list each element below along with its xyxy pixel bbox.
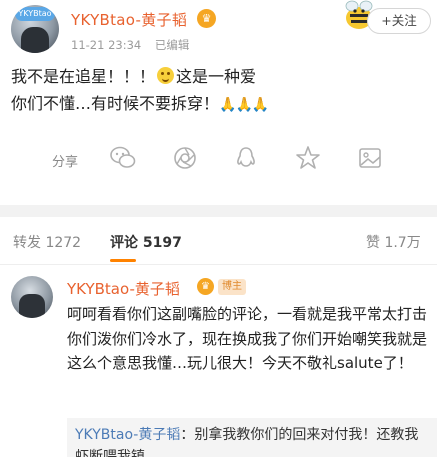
comment-item: YKYBtao-黄子韬 ♛ 博主 呵呵看看你们这副嘴脸的评论，一看就是我平常太打… [0, 266, 437, 457]
comment-count: 5197 [142, 235, 182, 251]
post-meta: 11-21 23:34 已编辑 [71, 37, 199, 53]
reply-preview[interactable]: YKYBtao-黄子韬：别拿我教你们的回来对付我！还教我虾断喂我镇 [67, 418, 437, 457]
smile-emoji-icon [157, 67, 175, 84]
tab-repost[interactable]: 转发 1272 [13, 232, 81, 252]
tab-like[interactable]: 赞 1.7万 [366, 232, 421, 252]
qq-icon[interactable] [232, 144, 260, 172]
qzone-icon[interactable] [294, 144, 322, 172]
section-divider [0, 205, 437, 217]
like-count: 1.7万 [384, 235, 421, 251]
repost-label: 转发 [13, 235, 41, 251]
reply-author[interactable]: YKYBtao-黄子韬 [75, 427, 180, 443]
share-row: 分享 [0, 142, 437, 178]
post-text-line2: 你们不懂…有时候不要拆穿！ [11, 94, 220, 113]
post-text: 我不是在追星！！！ 这是一种爱 你们不懂…有时候不要拆穿！🙏🙏🙏 [11, 63, 431, 119]
edited-label: 已编辑 [154, 38, 190, 52]
praying-hands-emoji: 🙏🙏🙏 [219, 97, 269, 113]
avatar-tag: YKYBtao [15, 7, 55, 21]
active-tab-indicator [110, 259, 136, 262]
like-label: 赞 [366, 235, 380, 251]
follow-button[interactable]: +关注 [367, 8, 431, 34]
author-badge: 博主 [218, 279, 246, 295]
commenter-avatar[interactable] [11, 276, 53, 318]
post-date: 11-21 23:34 [71, 38, 142, 52]
post-text-line1-tail: 这是一种爱 [176, 67, 257, 86]
image-icon[interactable] [356, 144, 384, 172]
interaction-tabs: 转发 1272 评论 5197 赞 1.7万 [0, 217, 437, 265]
author-name[interactable]: YKYBtao-黄子韬 [71, 9, 187, 30]
repost-count: 1272 [45, 235, 82, 251]
vip-crown-icon: ♛ [197, 9, 216, 28]
moments-icon[interactable] [171, 144, 199, 172]
tab-comment[interactable]: 评论 5197 [110, 232, 182, 252]
comment-label: 评论 [110, 235, 138, 251]
share-label: 分享 [52, 155, 79, 170]
commenter-name[interactable]: YKYBtao-黄子韬 [67, 278, 180, 299]
author-avatar[interactable]: YKYBtao [11, 5, 59, 53]
post-text-line1: 我不是在追星！！！ [11, 67, 156, 86]
wechat-icon[interactable] [109, 144, 137, 172]
commenter-crown-icon: ♛ [197, 278, 214, 295]
comment-text: 呵呵看看你们这副嘴脸的评论，一看就是我平常太打击你们泼你们冷水了，现在换成我了你… [67, 305, 428, 372]
weibo-post: YKYBtao YKYBtao-黄子韬 ♛ 11-21 23:34 已编辑 +关… [0, 0, 437, 205]
